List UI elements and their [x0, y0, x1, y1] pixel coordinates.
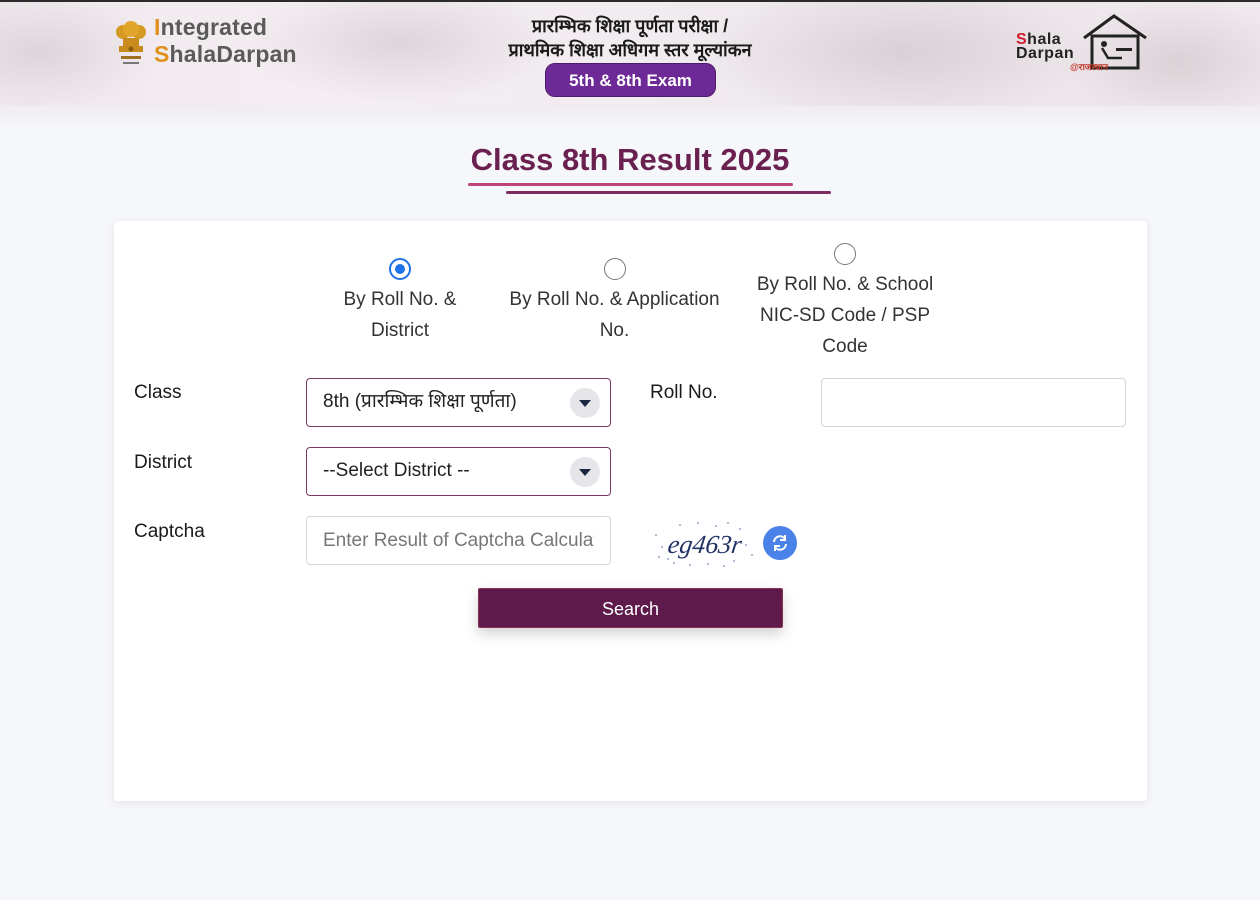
radio-option-label: By Roll No. & Application No. [509, 289, 720, 341]
chevron-down-icon[interactable] [570, 457, 600, 487]
exam-hindi-title: प्रारम्भिक शिक्षा पूर्णता परीक्षा / प्रा… [440, 14, 820, 62]
title-underline-secondary [506, 191, 831, 194]
title-underline-primary [468, 183, 793, 186]
brand-name-line2: ShalaDarpan [154, 41, 297, 67]
chevron-down-icon[interactable] [570, 388, 600, 418]
captcha-image: eg463r [650, 517, 760, 569]
class-select[interactable]: 8th (प्रारम्भिक शिक्षा पूर्णता) [306, 378, 611, 427]
search-button[interactable]: Search [478, 588, 783, 628]
captcha-label: Captcha [134, 521, 205, 542]
exam-hindi-title-line2: प्राथमिक शिक्षा अधिगम स्तर मूल्यांकन [508, 40, 752, 60]
radio-button-unchecked[interactable] [834, 243, 856, 265]
radio-button-unchecked[interactable] [603, 258, 626, 280]
radio-option-label: By Roll No. & District [343, 289, 457, 341]
banner-fade [0, 106, 1260, 128]
captcha-text: eg463r [666, 530, 744, 559]
radio-option-roll-district[interactable]: By Roll No. & District [318, 258, 482, 346]
radio-option-roll-school-code[interactable]: By Roll No. & School NIC-SD Code / PSP C… [748, 243, 942, 362]
header-banner: Integrated ShalaDarpan प्रारम्भिक शिक्षा… [0, 0, 1260, 108]
class-select-value: 8th (प्रारम्भिक शिक्षा पूर्णता) [323, 391, 517, 412]
brand-name-line1: Integrated [154, 14, 268, 40]
district-label: District [134, 452, 193, 473]
district-select[interactable]: --Select District -- [306, 447, 611, 496]
radio-button-checked[interactable] [389, 258, 411, 280]
class-label: Class [134, 382, 182, 403]
page-title: Class 8th Result 2025 [470, 142, 790, 177]
exam-badge: 5th & 8th Exam [545, 63, 716, 97]
shala-darpan-logo-text-line2: Darpan [1016, 45, 1075, 62]
radio-option-label: By Roll No. & School NIC-SD Code / PSP C… [756, 274, 934, 357]
captcha-input[interactable] [306, 516, 611, 565]
radio-option-roll-application[interactable]: By Roll No. & Application No. [497, 258, 732, 346]
state-emblem-icon [116, 21, 146, 64]
refresh-captcha-icon[interactable] [763, 526, 797, 560]
roll-no-label: Roll No. [650, 382, 718, 403]
roll-no-input[interactable] [821, 378, 1126, 427]
shala-darpan-logo-subtext: @राजस्थान [1070, 62, 1108, 72]
district-select-value: --Select District -- [323, 460, 470, 481]
exam-hindi-title-line1: प्रारम्भिक शिक्षा पूर्णता परीक्षा / [531, 16, 729, 36]
